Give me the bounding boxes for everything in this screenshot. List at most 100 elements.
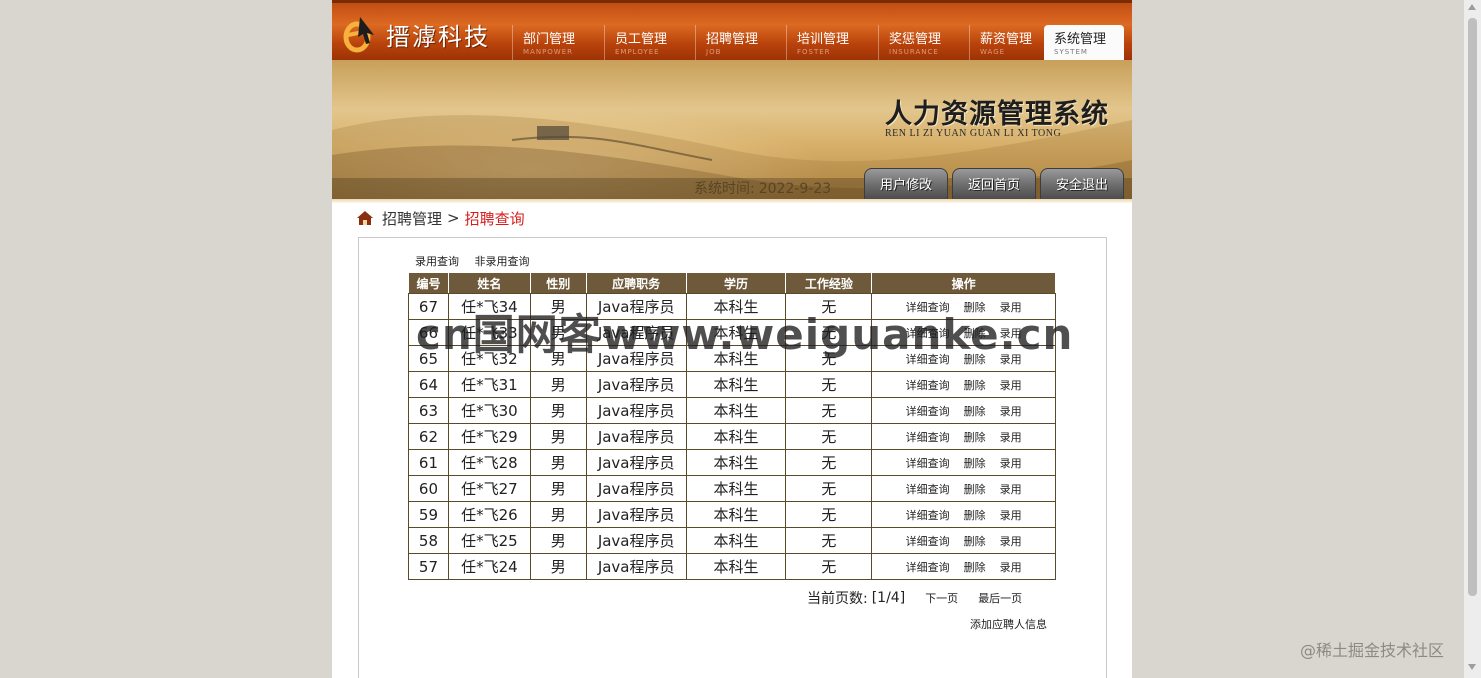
delete-link[interactable]: 删除	[964, 483, 986, 496]
nav-item-manpower[interactable]: 部门管理 MANPOWER	[512, 25, 602, 63]
breadcrumb: 招聘管理 > 招聘查询	[356, 207, 525, 229]
cell-gender: 男	[529, 293, 587, 320]
cell-job: Java程序员	[585, 397, 687, 424]
applicant-table: 编号 姓名 性别 应聘职务 学历 工作经验 操作 67 任*飞34 男 Java程序员…	[408, 272, 1056, 580]
return-home-button[interactable]: 返回首页	[952, 168, 1036, 200]
delete-link[interactable]: 删除	[964, 561, 986, 574]
cell-job: Java程序员	[585, 449, 687, 476]
hire-link[interactable]: 录用	[1000, 561, 1022, 574]
system-time-value: 2022-9-23	[758, 181, 832, 197]
cell-education: 本科生	[685, 397, 787, 424]
cell-gender: 男	[529, 553, 587, 580]
add-applicant-link[interactable]: 添加应聘人信息	[970, 616, 1047, 632]
nav-item-system[interactable]: 系统管理 SYSTEM	[1044, 25, 1124, 63]
delete-link[interactable]: 删除	[964, 509, 986, 522]
detail-query-link[interactable]: 详细查询	[906, 431, 950, 444]
delete-link[interactable]: 删除	[964, 379, 986, 392]
top-nav-bar: 搢滹科技 部门管理 MANPOWER 员工管理 EMPLOYEE 招聘管理 JOB 培训管理…	[332, 0, 1132, 63]
delete-link[interactable]: 删除	[964, 353, 986, 366]
detail-query-link[interactable]: 详细查询	[906, 353, 950, 366]
hire-link[interactable]: 录用	[1000, 483, 1022, 496]
cell-job: Java程序员	[585, 371, 687, 398]
cell-education: 本科生	[685, 475, 787, 502]
col-header-education: 学历	[685, 272, 787, 294]
detail-query-link[interactable]: 详细查询	[906, 509, 950, 522]
cell-id: 63	[408, 397, 449, 424]
hire-link[interactable]: 录用	[1000, 327, 1022, 340]
page-scrollbar[interactable]	[1464, 0, 1481, 678]
nav-item-label: 员工管理	[615, 32, 668, 47]
delete-link[interactable]: 删除	[964, 405, 986, 418]
delete-link[interactable]: 删除	[964, 327, 986, 340]
cell-education: 本科生	[685, 449, 787, 476]
table-row: 63 任*飞30 男 Java程序员 本科生无 详细查询 删除 录用	[408, 397, 1056, 424]
cell-actions: 详细查询 删除 录用	[871, 345, 1056, 372]
current-page-label: 当前页数:	[807, 591, 868, 607]
detail-query-link[interactable]: 详细查询	[906, 535, 950, 548]
col-header-job: 应聘职务	[585, 272, 687, 294]
cell-experience: 无	[785, 553, 873, 580]
system-title-pinyin: REN LI ZI YUAN GUAN LI XI TONG	[885, 128, 1062, 139]
hire-link[interactable]: 录用	[1000, 509, 1022, 522]
delete-link[interactable]: 删除	[964, 431, 986, 444]
cell-name: 任*飞29	[447, 423, 531, 450]
next-page-link[interactable]: 下一页	[925, 590, 958, 606]
cell-actions: 详细查询 删除 录用	[871, 449, 1056, 476]
delete-link[interactable]: 删除	[964, 301, 986, 314]
cell-id: 64	[408, 371, 449, 398]
hire-link[interactable]: 录用	[1000, 457, 1022, 470]
table-row: 66 任*飞33 男 Java程序员 本科生无 详细查询 删除 录用	[408, 319, 1056, 346]
edit-user-button[interactable]: 用户修改	[864, 168, 948, 200]
cell-experience: 无	[785, 475, 873, 502]
nav-item-sublabel: INSURANCE	[889, 48, 939, 56]
nav-item-label: 部门管理	[523, 32, 576, 47]
cell-gender: 男	[529, 319, 587, 346]
hire-link[interactable]: 录用	[1000, 353, 1022, 366]
table-row: 59 任*飞26 男 Java程序员 本科生无 详细查询 删除 录用	[408, 501, 1056, 528]
col-header-name: 姓名	[447, 272, 531, 294]
banner-divider	[332, 199, 1132, 203]
cell-job: Java程序员	[585, 501, 687, 528]
scroll-up-arrow-icon[interactable]	[1468, 4, 1476, 10]
hire-link[interactable]: 录用	[1000, 301, 1022, 314]
nav-item-foster[interactable]: 培训管理 FOSTER	[786, 25, 876, 63]
delete-link[interactable]: 删除	[964, 535, 986, 548]
cell-education: 本科生	[685, 371, 787, 398]
cell-experience: 无	[785, 371, 873, 398]
cell-actions: 详细查询 删除 录用	[871, 319, 1056, 346]
nav-item-employee[interactable]: 员工管理 EMPLOYEE	[604, 25, 694, 63]
detail-query-link[interactable]: 详细查询	[906, 405, 950, 418]
content-panel: 录用查询 非录用查询 编号 姓名 性别 应聘职务 学历 工作经验 操作 67 任*…	[358, 237, 1107, 678]
detail-query-link[interactable]: 详细查询	[906, 457, 950, 470]
cell-education: 本科生	[685, 501, 787, 528]
cell-actions: 详细查询 删除 录用	[871, 423, 1056, 450]
scroll-down-arrow-icon[interactable]	[1468, 664, 1476, 670]
cell-experience: 无	[785, 345, 873, 372]
logout-button[interactable]: 安全退出	[1040, 168, 1124, 200]
hire-link[interactable]: 录用	[1000, 431, 1022, 444]
not-hired-query-link[interactable]: 非录用查询	[475, 255, 530, 268]
hire-link[interactable]: 录用	[1000, 405, 1022, 418]
delete-link[interactable]: 删除	[964, 457, 986, 470]
scrollbar-thumb[interactable]	[1468, 18, 1477, 596]
breadcrumb-parent[interactable]: 招聘管理	[382, 208, 442, 229]
nav-item-job[interactable]: 招聘管理 JOB	[695, 25, 785, 63]
detail-query-link[interactable]: 详细查询	[906, 561, 950, 574]
col-header-actions: 操作	[871, 272, 1056, 294]
cell-experience: 无	[785, 449, 873, 476]
detail-query-link[interactable]: 详细查询	[906, 301, 950, 314]
cell-id: 67	[408, 293, 449, 320]
cell-actions: 详细查询 删除 录用	[871, 371, 1056, 398]
detail-query-link[interactable]: 详细查询	[906, 483, 950, 496]
cell-gender: 男	[529, 371, 587, 398]
nav-item-insurance[interactable]: 奖惩管理 INSURANCE	[878, 25, 968, 63]
cell-job: Java程序员	[585, 319, 687, 346]
detail-query-link[interactable]: 详细查询	[906, 327, 950, 340]
cell-name: 任*飞28	[447, 449, 531, 476]
hire-link[interactable]: 录用	[1000, 535, 1022, 548]
hire-link[interactable]: 录用	[1000, 379, 1022, 392]
last-page-link[interactable]: 最后一页	[978, 590, 1022, 606]
cell-job: Java程序员	[585, 293, 687, 320]
detail-query-link[interactable]: 详细查询	[906, 379, 950, 392]
hired-query-link[interactable]: 录用查询	[415, 255, 459, 268]
